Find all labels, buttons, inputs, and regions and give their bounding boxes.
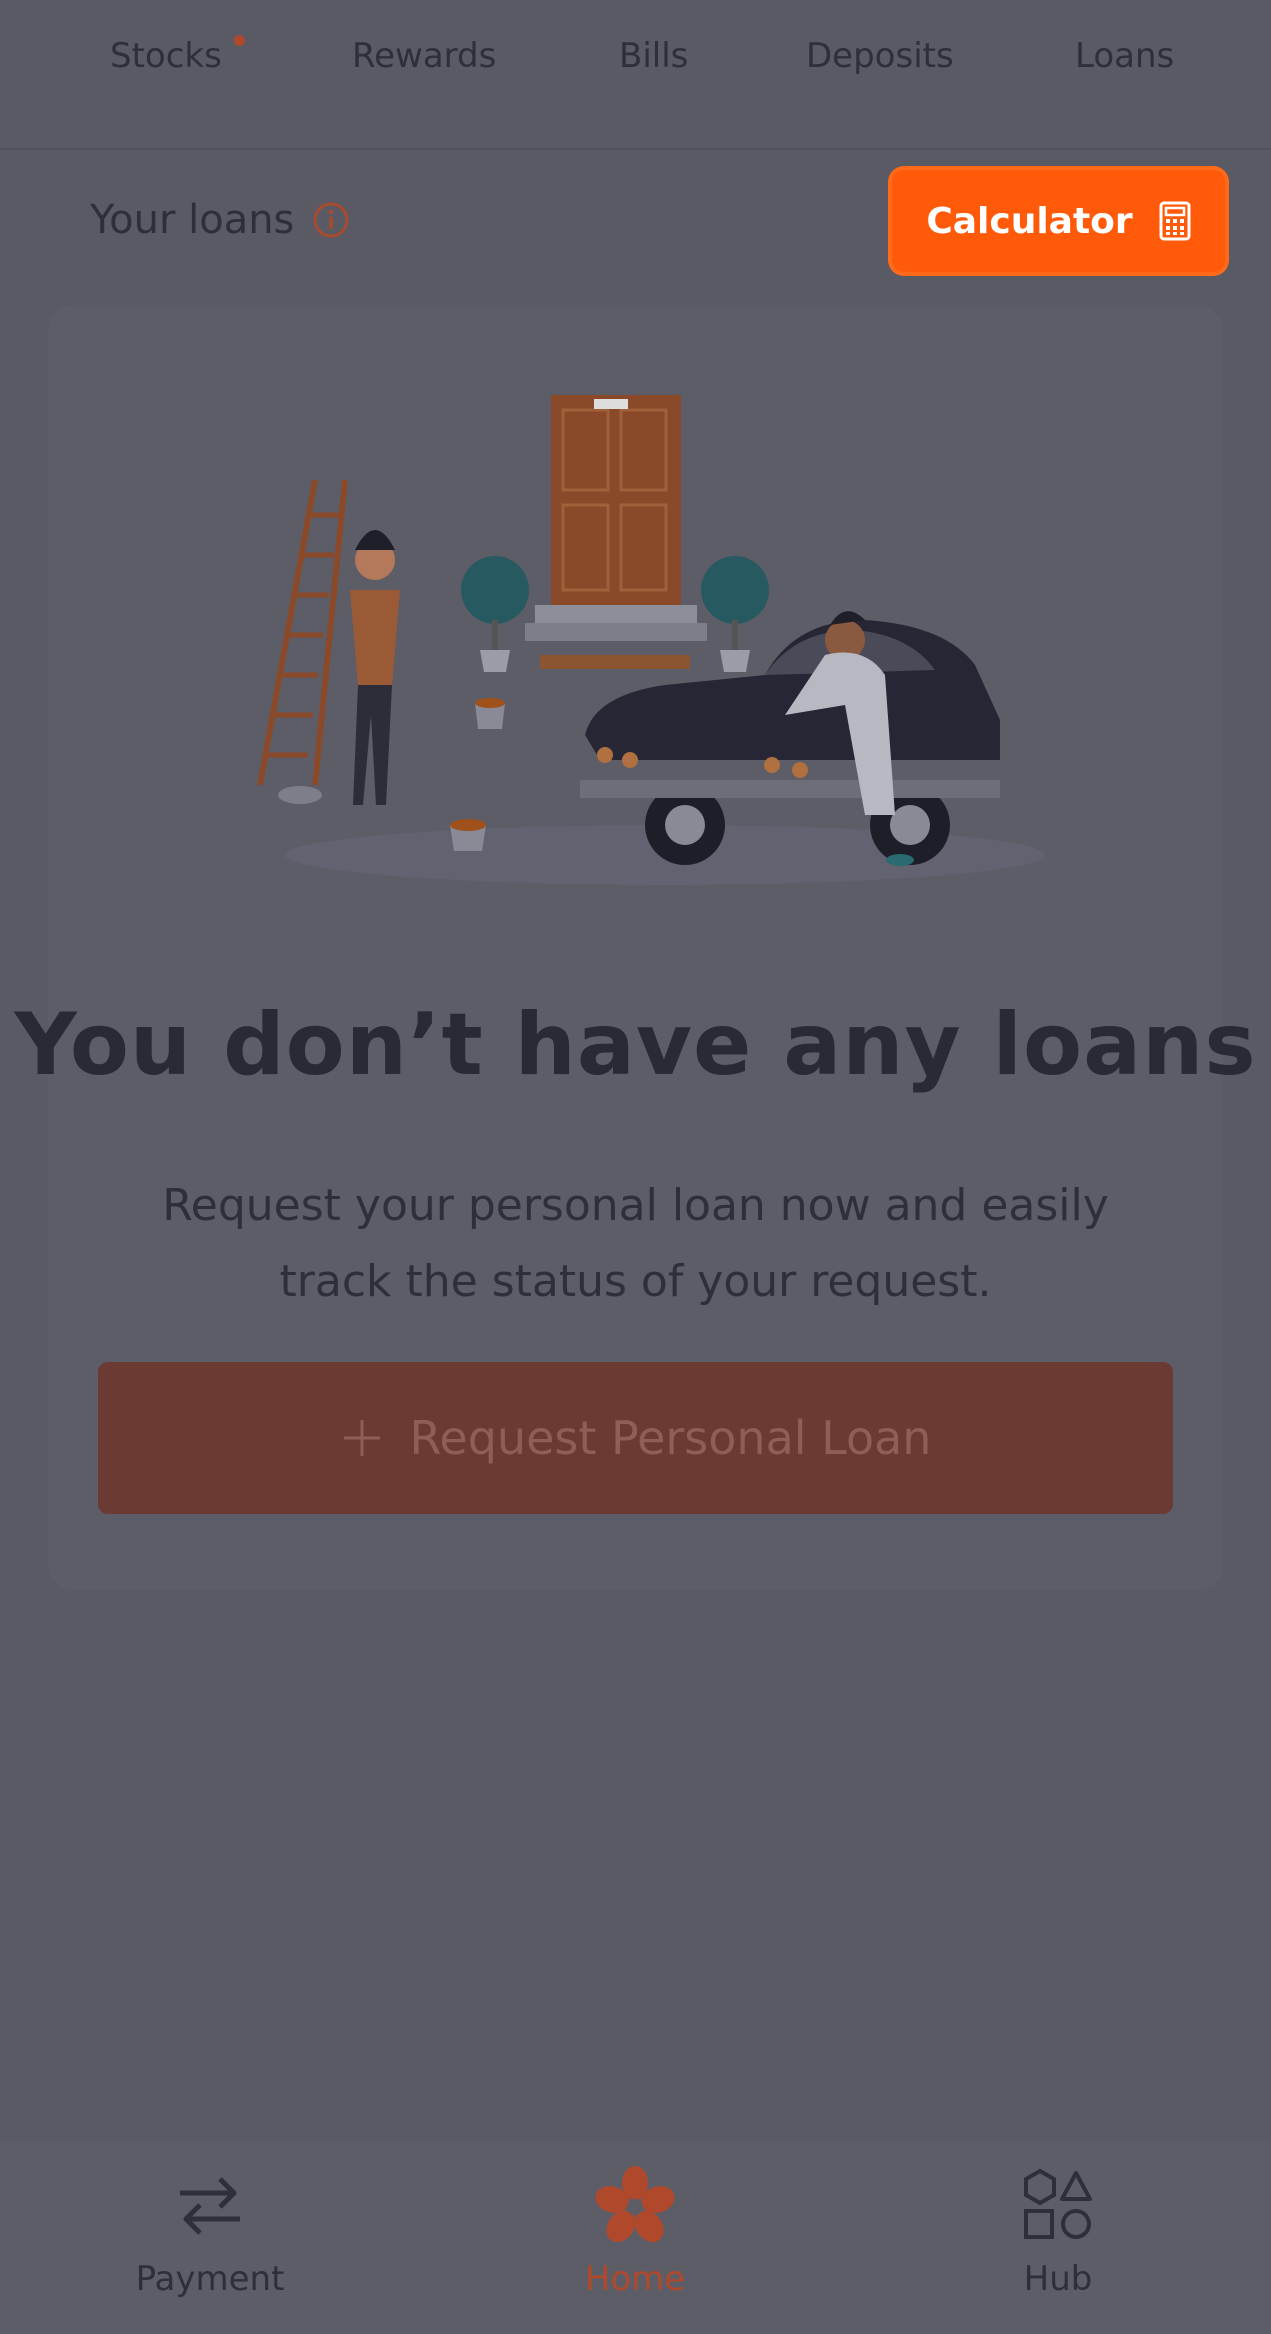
request-personal-loan-button[interactable]: Request Personal Loan [98,1362,1173,1514]
nav-label-payment: Payment [135,2259,285,2299]
description-line-1: Request your personal loan now and easil… [162,1180,1109,1231]
nav-label-home: Home [584,2259,686,2299]
flower-logo-icon [595,2166,675,2243]
nav-item-hub[interactable]: Hub [928,2165,1188,2325]
nav-label-hub: Hub [1023,2259,1093,2299]
empty-state-headline: You don’t have any loans [14,995,1257,1095]
calculator-icon [1159,201,1191,241]
request-loan-label: Request Personal Loan [409,1411,932,1465]
tab-stocks[interactable]: Stocks [110,36,222,76]
calculator-label: Calculator [926,200,1133,242]
notification-dot [234,35,245,46]
calculator-button[interactable]: Calculator [892,170,1225,272]
loans-screen: Stocks Rewards Bills Deposits Loans Your… [0,0,1271,2334]
tab-deposits[interactable]: Deposits [806,36,954,76]
tab-loans[interactable]: Loans [1075,36,1174,76]
nav-item-payment[interactable]: Payment [80,2165,340,2325]
nav-item-home[interactable]: Home [505,2165,765,2325]
empty-state-illustration [257,395,1045,885]
shapes-icon [1024,2168,1092,2239]
transfer-arrows-icon [180,2177,240,2235]
plus-icon [343,1420,380,1456]
top-tab-bar: Stocks Rewards Bills Deposits Loans [0,0,1271,150]
tab-bills[interactable]: Bills [619,36,688,76]
description-line-2: track the status of your request. [279,1256,992,1307]
loans-header: Your loans [90,195,350,245]
page-title: Your loans [90,197,295,243]
empty-state-description: Request your personal loan now and easil… [0,1168,1271,1320]
tab-rewards[interactable]: Rewards [352,36,496,76]
bottom-navigation: Payment Home Hub [0,2143,1271,2334]
info-icon[interactable] [312,201,350,239]
